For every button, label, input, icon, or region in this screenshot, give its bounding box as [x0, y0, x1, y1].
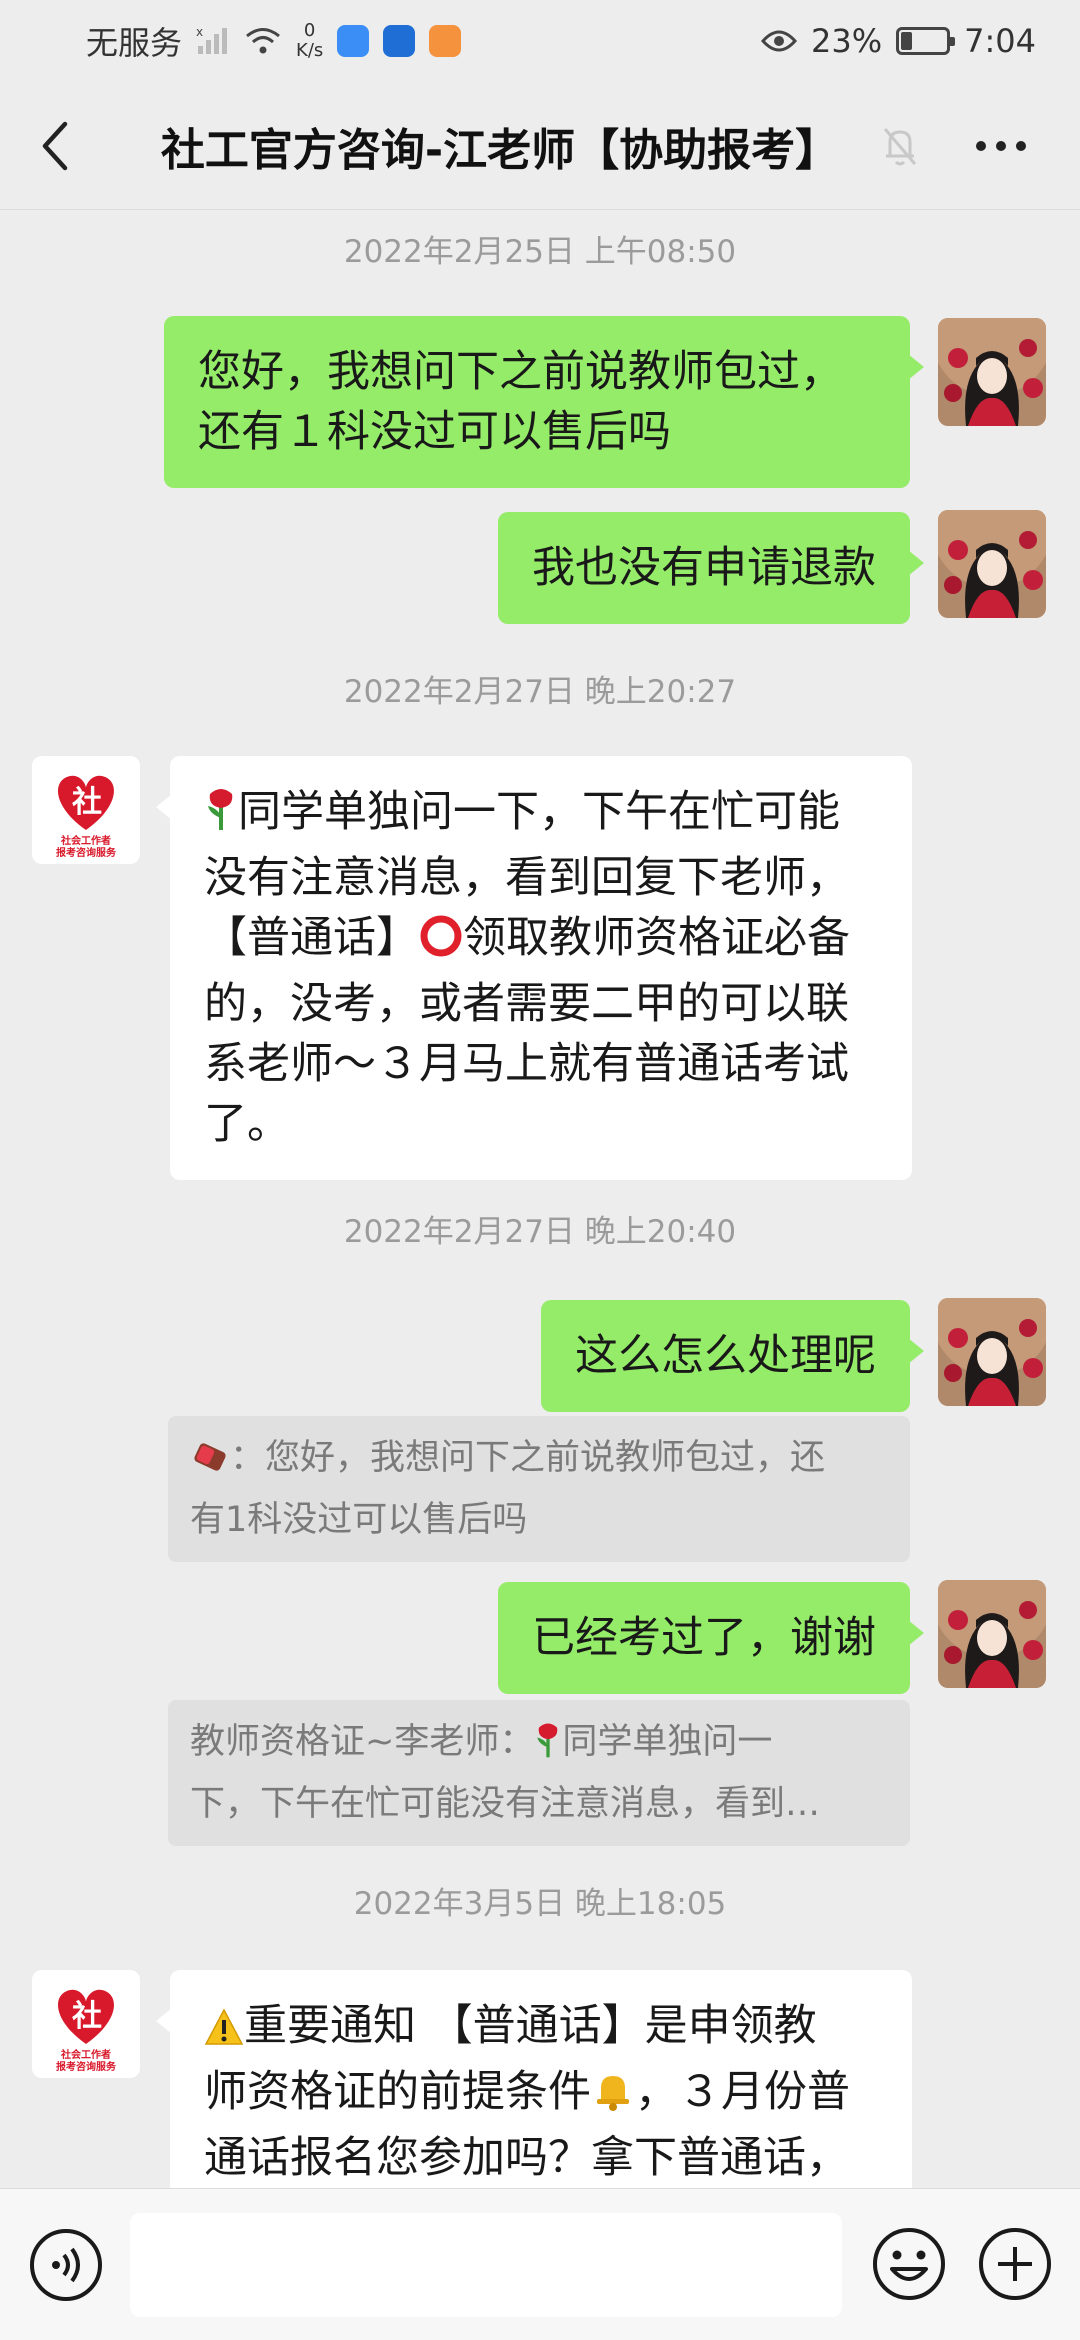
message-text: 还有１科没过可以售后吗: [198, 407, 671, 457]
message-text: 系老师～３月马上就有普通话考试: [204, 1039, 849, 1089]
quote-text: 同学单独问一: [562, 1722, 773, 1762]
more-functions-button[interactable]: [976, 2225, 1054, 2307]
contact-message-bubble[interactable]: 同学单独问一下，下午在忙可能 没有注意消息，看到回复下老师， 【普通话】 领取教师…: [156, 756, 912, 1180]
rose-icon: [534, 1720, 562, 1776]
my-avatar[interactable]: [938, 1298, 1046, 1406]
message-text: 同学单独问一下，下午在忙可能: [238, 787, 840, 837]
voice-button[interactable]: [28, 2227, 104, 2307]
message-text: 这么怎么处理呢: [575, 1331, 876, 1381]
my-message-bubble[interactable]: 已经考过了，谢谢: [498, 1582, 924, 1694]
message-text: 了。: [204, 1099, 290, 1149]
wifi-icon: [246, 28, 280, 54]
message-text: 师资格证的前提条件: [204, 2067, 591, 2117]
svg-text:x: x: [196, 26, 203, 39]
network-speed: 0 K/s: [296, 20, 324, 61]
voice-icon: [30, 2229, 102, 2301]
warning-icon: [204, 2002, 244, 2062]
message-text: 您好，我想问下之前说教师包过，: [198, 347, 843, 397]
logo-text-line1: 社会工作者: [60, 834, 111, 847]
bell-icon: [591, 2068, 635, 2128]
input-bar: [0, 2188, 1080, 2340]
quote-text: ：您好，我想问下之前说教师包过，还: [230, 1438, 826, 1478]
battery-icon: [896, 27, 956, 55]
emoji-button[interactable]: [870, 2225, 948, 2307]
quote-text: 教师资格证~李老师：: [190, 1722, 535, 1762]
weather-app-icon: [383, 25, 416, 57]
message-input[interactable]: [130, 2213, 842, 2317]
battery-percent: 23%: [811, 22, 883, 60]
status-bar: 无服务 x 0 K/s 23% 7:04: [0, 0, 1080, 82]
cloud-app-icon: [337, 25, 370, 57]
more-options-button[interactable]: [966, 114, 1036, 178]
mute-bell-icon: [883, 128, 917, 166]
message-text: 我也没有申请退款: [532, 543, 876, 593]
message-text: 没有注意消息，看到回复下老师，: [204, 853, 849, 903]
candy-icon: [190, 1436, 230, 1492]
orange-app-icon: [429, 25, 462, 57]
eye-icon: [761, 30, 798, 52]
emoji-icon: [873, 2228, 945, 2300]
quoted-message[interactable]: ：您好，我想问下之前说教师包过，还 有1科没过可以售后吗: [168, 1416, 910, 1562]
clock: 7:04: [964, 22, 1036, 60]
contact-avatar[interactable]: 社会工作者 报考咨询服务: [32, 1970, 140, 2078]
timestamp: 2022年3月5日 晚上18:05: [353, 1886, 727, 1922]
chat-area[interactable]: 社 2022年2月25日 上午08:50 您好，我想问下之前说教师包过， 还有１…: [0, 210, 1080, 2188]
logo-text-line1: 社会工作者: [60, 2048, 111, 2061]
timestamp: 2022年2月27日 晚上20:27: [343, 674, 737, 710]
timestamp: 2022年2月27日 晚上20:40: [343, 1214, 737, 1250]
rose-icon: [204, 786, 238, 848]
quoted-message[interactable]: 教师资格证~李老师： 同学单独问一 下，下午在忙可能没有注意消息，看到…: [168, 1700, 910, 1846]
back-button[interactable]: [0, 82, 110, 210]
message-text: 领取教师资格证必备: [463, 913, 850, 963]
chat-title: 社工官方咨询-江老师【协助报考】: [160, 124, 840, 176]
signal-icon: x: [196, 26, 228, 54]
message-text: 通话报名您参加吗？拿下普通话，: [204, 2133, 849, 2183]
message-text: ，３月份普: [635, 2067, 850, 2117]
message-text: 【普通话】: [204, 913, 419, 963]
quote-text: 有1科没过可以售后吗: [190, 1500, 528, 1540]
contact-message-bubble[interactable]: 重要通知 【普通话】是申领教 师资格证的前提条件 ，３月份普 通话报名您参加吗？拿…: [156, 1970, 912, 2188]
logo-text-line2: 报考咨询服务: [56, 2060, 117, 2073]
my-avatar[interactable]: [938, 510, 1046, 618]
message-text: 重要通知 【普通话】是申领教: [244, 2001, 817, 2051]
contact-avatar[interactable]: 社会工作者 报考咨询服务: [32, 756, 140, 864]
my-message-bubble[interactable]: 我也没有申请退款: [498, 512, 924, 624]
back-arrow-icon: [42, 121, 68, 170]
plus-icon: [979, 2228, 1051, 2300]
my-message-bubble[interactable]: 这么怎么处理呢: [541, 1300, 924, 1412]
my-message-bubble[interactable]: 您好，我想问下之前说教师包过， 还有１科没过可以售后吗: [164, 316, 924, 488]
chat-header: 社工官方咨询-江老师【协助报考】: [0, 82, 1080, 210]
quote-text: 下，下午在忙可能没有注意消息，看到…: [190, 1784, 821, 1824]
more-dots-icon: [976, 141, 1026, 151]
red-circle-icon: [419, 914, 463, 974]
carrier-label: 无服务: [86, 24, 183, 62]
my-avatar[interactable]: [938, 318, 1046, 426]
message-text: 的，没考，或者需要二甲的可以联: [204, 979, 849, 1029]
logo-text-line2: 报考咨询服务: [56, 846, 117, 859]
timestamp: 2022年2月25日 上午08:50: [343, 234, 737, 270]
my-avatar[interactable]: [938, 1580, 1046, 1688]
message-text: 已经考过了，谢谢: [532, 1613, 876, 1663]
